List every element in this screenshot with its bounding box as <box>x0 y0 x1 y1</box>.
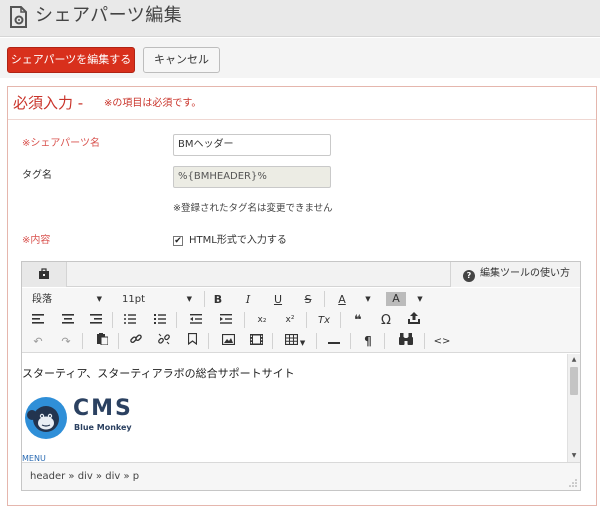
name-input[interactable]: BMヘッダー <box>173 134 331 156</box>
blue-monkey-logo: CMS Blue Monkey <box>24 394 142 440</box>
logo-subtext: Blue Monkey <box>74 423 132 432</box>
logo-text: CMS <box>73 396 133 421</box>
action-bar: シェアパーツを編集する キャンセル <box>0 38 600 78</box>
paragraph-marks-button[interactable]: ¶ <box>358 332 378 351</box>
source-code-button[interactable]: <> <box>432 332 452 351</box>
clear-format-button[interactable]: Tx <box>314 311 334 330</box>
toolbar-divider <box>384 333 385 349</box>
format-select[interactable]: 段落 ▼ <box>32 290 102 309</box>
blockquote-button[interactable]: ❝ <box>348 311 368 330</box>
save-button[interactable]: シェアパーツを編集する <box>7 47 135 73</box>
paste-icon[interactable] <box>92 332 112 351</box>
redo-icon[interactable]: ↷ <box>56 332 76 351</box>
toolbar-row-2: x₂ x² Tx ❝ Ω <box>22 310 580 331</box>
font-size-value: 11pt <box>122 294 145 305</box>
chevron-down-icon[interactable]: ▼ <box>410 290 430 309</box>
cancel-button[interactable]: キャンセル <box>143 47 220 73</box>
align-left-icon[interactable] <box>28 311 48 330</box>
editor-tab[interactable] <box>22 262 67 287</box>
special-char-button[interactable]: Ω <box>376 311 396 330</box>
vertical-scrollbar[interactable]: ▲ ▼ <box>567 354 580 462</box>
monkey-logo-icon <box>25 397 67 439</box>
toolbox-icon <box>39 268 49 279</box>
table-icon[interactable]: ▼ <box>280 332 310 351</box>
name-label: ※シェアパーツ名 <box>22 138 100 149</box>
menu-link[interactable]: MENU <box>22 454 46 462</box>
resize-handle-icon[interactable] <box>569 479 577 487</box>
chevron-down-icon: ▼ <box>186 295 192 303</box>
toolbar-divider <box>340 312 341 328</box>
help-label: 編集ツールの使い方 <box>480 268 570 279</box>
help-icon: ? <box>463 270 475 282</box>
align-right-icon[interactable] <box>86 311 106 330</box>
required-note: ※の項目は必須です。 <box>104 98 202 109</box>
tag-label: タグ名 <box>22 170 52 181</box>
content-paragraph: スターティア、スターティアラボの総合サポートサイト <box>22 367 295 380</box>
upload-icon[interactable] <box>404 311 424 330</box>
scroll-thumb[interactable] <box>570 367 578 395</box>
outdent-icon[interactable] <box>186 311 206 330</box>
html-checkbox[interactable]: ✔ <box>173 236 183 246</box>
content-label: ※内容 <box>22 235 51 246</box>
toolbar-row-3: ↶ ↷ ▼ ¶ <> <box>22 331 580 352</box>
toolbar-divider <box>244 312 245 328</box>
toolbar-divider <box>118 333 119 349</box>
strikethrough-button[interactable]: S <box>298 290 318 309</box>
media-icon[interactable] <box>246 332 266 351</box>
editor-toolbar: 段落 ▼ 11pt ▼ B I U S A ▼ A ▼ x₂ x² Tx ❝ Ω… <box>22 288 580 353</box>
page-title: シェアパーツ編集 <box>35 5 183 26</box>
unlink-icon[interactable] <box>154 332 174 351</box>
chevron-down-icon: ▼ <box>96 295 102 303</box>
image-icon[interactable] <box>218 332 238 351</box>
editor-topbar: ? 編集ツールの使い方 <box>22 262 580 287</box>
indent-icon[interactable] <box>216 311 236 330</box>
toolbar-divider <box>316 333 317 349</box>
toolbar-divider <box>350 333 351 349</box>
toolbar-divider <box>112 312 113 328</box>
editor-content[interactable]: スターティア、スターティアラボの総合サポートサイト CMS Blue Monke… <box>22 354 567 462</box>
bold-button[interactable]: B <box>208 290 228 309</box>
editor-help-link[interactable]: ? 編集ツールの使い方 <box>450 262 580 287</box>
underline-button[interactable]: U <box>268 290 288 309</box>
italic-button[interactable]: I <box>238 290 258 309</box>
toolbar-divider <box>82 333 83 349</box>
horizontal-rule-icon[interactable] <box>324 332 344 351</box>
toolbar-divider <box>272 333 273 349</box>
rich-text-editor: ? 編集ツールの使い方 段落 ▼ 11pt ▼ B I U S A ▼ A ▼ <box>21 261 581 491</box>
panel-title: 必須入力 - <box>13 94 84 112</box>
tag-hint: ※登録されたタグ名は変更できません <box>173 203 333 214</box>
panel-header: 必須入力 - ※の項目は必須です。 <box>8 87 596 120</box>
font-color-button[interactable]: A <box>332 290 352 309</box>
title-bar: シェアパーツ編集 <box>0 0 600 37</box>
chevron-down-icon[interactable]: ▼ <box>358 290 378 309</box>
font-size-select[interactable]: 11pt ▼ <box>122 290 192 309</box>
align-center-icon[interactable] <box>58 311 78 330</box>
format-select-value: 段落 <box>32 294 52 305</box>
undo-icon[interactable]: ↶ <box>28 332 48 351</box>
subscript-button[interactable]: x₂ <box>252 311 272 330</box>
tag-input[interactable]: %{BMHEADER}% <box>173 166 331 188</box>
anchor-icon[interactable] <box>182 332 202 351</box>
toolbar-divider <box>208 333 209 349</box>
scroll-up-icon[interactable]: ▲ <box>568 354 580 366</box>
bullet-list-icon[interactable] <box>120 311 140 330</box>
scroll-down-icon[interactable]: ▼ <box>568 450 580 462</box>
html-checkbox-label: HTML形式で入力する <box>189 235 287 246</box>
element-path: header » div » div » p <box>30 471 140 482</box>
superscript-button[interactable]: x² <box>280 311 300 330</box>
toolbar-row-1: 段落 ▼ 11pt ▼ B I U S A ▼ A ▼ <box>22 289 580 310</box>
link-icon[interactable] <box>126 332 146 351</box>
editor-statusbar: header » div » div » p <box>22 462 580 490</box>
toolbar-divider <box>424 333 425 349</box>
toolbar-divider <box>204 291 205 307</box>
toolbar-divider <box>176 312 177 328</box>
toolbar-divider <box>306 312 307 328</box>
document-gear-icon <box>10 6 27 28</box>
numbered-list-icon[interactable] <box>150 311 170 330</box>
binoculars-icon[interactable] <box>396 332 416 351</box>
bg-color-button[interactable]: A <box>386 292 406 306</box>
toolbar-divider <box>324 291 325 307</box>
